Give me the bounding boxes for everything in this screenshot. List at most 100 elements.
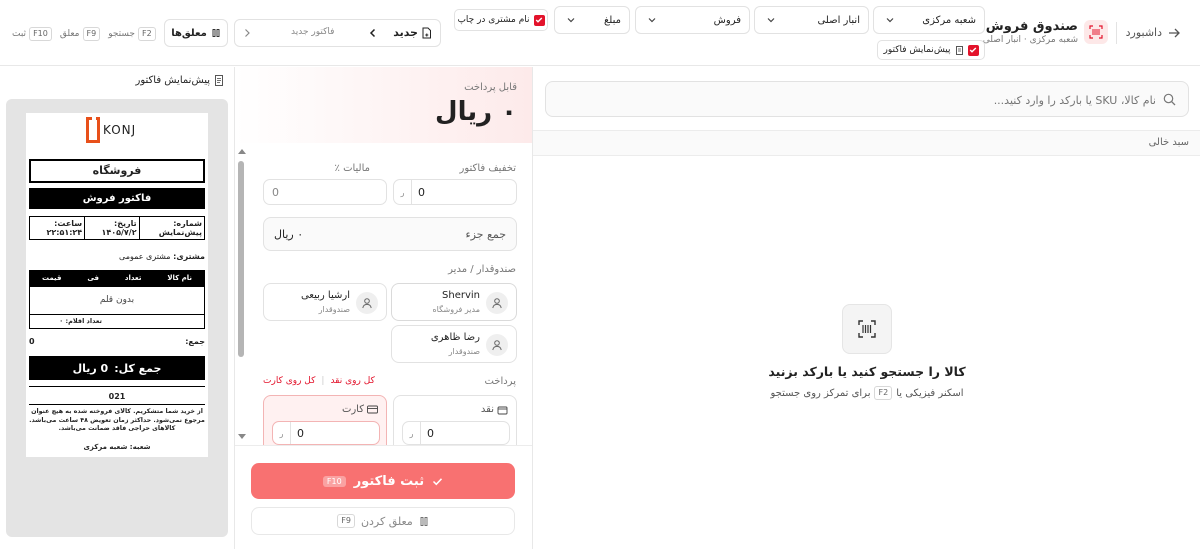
shortcut-search: F2 جستجو: [108, 27, 156, 41]
preview-header: پیش‌نمایش فاکتور: [136, 75, 224, 86]
preview-panel: پیش‌نمایش فاکتور KONJ فروشگاه فاکتور فرو…: [0, 67, 234, 549]
receipt-divider: [29, 386, 205, 387]
currency-badge: ر: [273, 422, 291, 444]
new-label: جدید: [393, 26, 418, 39]
payment-panel: قابل پرداخت ۰ ریال تخفیف فاکتور مالیات ٪…: [234, 67, 532, 549]
new-document-icon: [421, 27, 432, 39]
cart-header: سبد خالی: [533, 130, 1200, 156]
quick-fill-links: کل روی نقد | کل روی کارت: [263, 376, 375, 386]
chevron-right-icon[interactable]: [241, 27, 253, 39]
invoice-navigator: جدید فاکتور جدید: [234, 19, 441, 47]
brand-logo-text: KONJ: [103, 123, 137, 137]
invoice-preview-checkbox[interactable]: پیش‌نمایش فاکتور: [877, 40, 985, 60]
pause-icon: [419, 516, 429, 527]
card-input[interactable]: 0 ر: [272, 421, 380, 445]
pos-logo: [1084, 20, 1108, 44]
warehouse-select[interactable]: انبار اصلی: [754, 6, 869, 34]
new-invoice-tab-label[interactable]: فاکتور جدید: [291, 27, 334, 37]
new-invoice-button[interactable]: جدید: [393, 26, 432, 39]
receipt-meta-table: شماره: پیش‌نمایش تاریخ: ۱۴۰۵/۷/۲ ساعت: ۲۲:۵…: [28, 216, 206, 240]
receipt-sum-row: جمع: 0: [29, 337, 205, 346]
receipt-no-items: بدون قلم: [29, 286, 205, 315]
currency-badge: ر: [394, 180, 412, 204]
submit-key: F10: [322, 475, 346, 487]
user-role: صندوقدار: [448, 347, 480, 356]
scroll-down-icon[interactable]: [238, 434, 246, 439]
discount-input[interactable]: 0 ر: [393, 179, 517, 205]
print-customer-name-checkbox[interactable]: نام مشتری در چاپ: [454, 9, 548, 31]
scroll-up-icon[interactable]: [238, 149, 246, 154]
preview-frame: KONJ فروشگاه فاکتور فروش شماره: پیش‌نمایش…: [6, 99, 228, 537]
separator: |: [321, 376, 325, 386]
barcode-scan-icon: [857, 319, 877, 339]
held-invoices-button[interactable]: معلق‌ها: [164, 19, 228, 47]
currency-badge: ر: [403, 422, 421, 444]
check-icon: [533, 14, 545, 26]
back-label: داشبورد: [1125, 26, 1162, 39]
branch-value: شعبه مرکزی: [922, 14, 976, 26]
mode-select[interactable]: فروش: [635, 6, 750, 34]
tax-label: مالیات ٪: [334, 163, 370, 174]
all-card-link[interactable]: کل روی کارت: [263, 376, 315, 386]
receipt-branch-line: شعبه: شعبه مرکزی: [83, 443, 151, 451]
print-customer-name-label: نام مشتری در چاپ: [457, 15, 530, 25]
receipt-item-count: تعداد اقلام: ۰: [29, 315, 205, 329]
receipt-time-cell: ساعت: ۲۲:۵۱:۲۴: [28, 216, 86, 240]
user-name: ارشیا ربیعی: [300, 290, 350, 301]
submit-label: ثبت فاکتور: [353, 473, 425, 489]
receipt-icon: [214, 75, 224, 86]
product-search-box[interactable]: [545, 81, 1189, 117]
user-role: صندوقدار: [318, 305, 350, 314]
user-card-shervin[interactable]: Shervin مدیر فروشگاه: [391, 283, 517, 321]
payable-amount: ۰ ریال: [435, 97, 517, 127]
payable-box: قابل پرداخت ۰ ریال: [235, 67, 532, 143]
search-icon: [1163, 93, 1176, 106]
subtotal-value: ۰ ریال: [274, 228, 304, 241]
chevron-down-icon: [765, 14, 777, 26]
user-role: مدیر فروشگاه: [432, 305, 480, 314]
all-cash-link[interactable]: کل روی نقد: [330, 376, 374, 386]
receipt-invoice-type: فاکتور فروش: [29, 188, 205, 209]
arrow-right-icon: [1168, 27, 1180, 39]
shortcut-submit: F10 ثبت: [12, 27, 52, 41]
held-label: معلق‌ها: [171, 27, 207, 39]
back-to-dashboard-link[interactable]: داشبورد: [1126, 26, 1180, 39]
top-bar: داشبورد صندوق فروش شعبه مرکزی · انبار اص…: [0, 0, 1200, 66]
submit-invoice-button[interactable]: ثبت فاکتور F10: [251, 463, 515, 499]
scrollbar-thumb[interactable]: [238, 161, 244, 357]
tax-input[interactable]: 0: [263, 179, 387, 205]
card-label: کارت: [341, 404, 364, 415]
receipt-icon: [955, 45, 964, 55]
chevron-left-icon[interactable]: [367, 27, 379, 39]
page-subtitle: شعبه مرکزی · انبار اصلی: [982, 35, 1078, 45]
keyboard-shortcuts: F2 جستجو F9 معلق F10 ثبت: [12, 27, 156, 41]
discount-label: تخفیف فاکتور: [459, 163, 516, 174]
cashier-section-label: صندوقدار / مدیر: [448, 264, 516, 275]
brand-logo-icon: [86, 117, 100, 143]
receipt-total: جمع کل: 0 ریال: [29, 356, 205, 380]
chevron-down-icon: [646, 14, 658, 26]
empty-state-hint: اسکنر فیزیکی یا F2 برای تمرکز روی جستجو: [770, 386, 964, 400]
receipt-items-header: نام کالا تعداد فی قیمت: [29, 270, 205, 286]
branch-select[interactable]: شعبه مرکزی: [873, 6, 985, 34]
page-title: صندوق فروش: [985, 19, 1078, 34]
cash-icon: [497, 405, 508, 415]
search-input[interactable]: [576, 90, 1156, 110]
hold-label: معلق کردن: [360, 514, 413, 528]
payable-label: قابل پرداخت: [464, 82, 517, 93]
user-card-reza[interactable]: رضا ظاهری صندوقدار: [391, 325, 517, 363]
cash-input[interactable]: 0 ر: [402, 421, 510, 445]
receipt-paper: KONJ فروشگاه فاکتور فروش شماره: پیش‌نمایش…: [26, 113, 208, 457]
receipt-divider: [29, 404, 205, 405]
amount-value: مبلغ: [603, 14, 621, 26]
subtotal-label: جمع جزء: [465, 228, 506, 241]
user-card-arshia[interactable]: ارشیا ربیعی صندوقدار: [263, 283, 387, 321]
hold-invoice-button[interactable]: معلق کردن F9: [251, 507, 515, 535]
preview-title: پیش‌نمایش فاکتور: [135, 75, 210, 86]
chevron-down-icon: [884, 14, 896, 26]
pause-icon: [211, 28, 221, 38]
amount-select[interactable]: مبلغ: [554, 6, 630, 34]
cart-empty-label: سبد خالی: [1148, 137, 1189, 148]
receipt-footer-note: از خرید شما متشکریم. کالای فروخته شده به…: [29, 408, 205, 432]
scrollbar[interactable]: [235, 147, 247, 443]
